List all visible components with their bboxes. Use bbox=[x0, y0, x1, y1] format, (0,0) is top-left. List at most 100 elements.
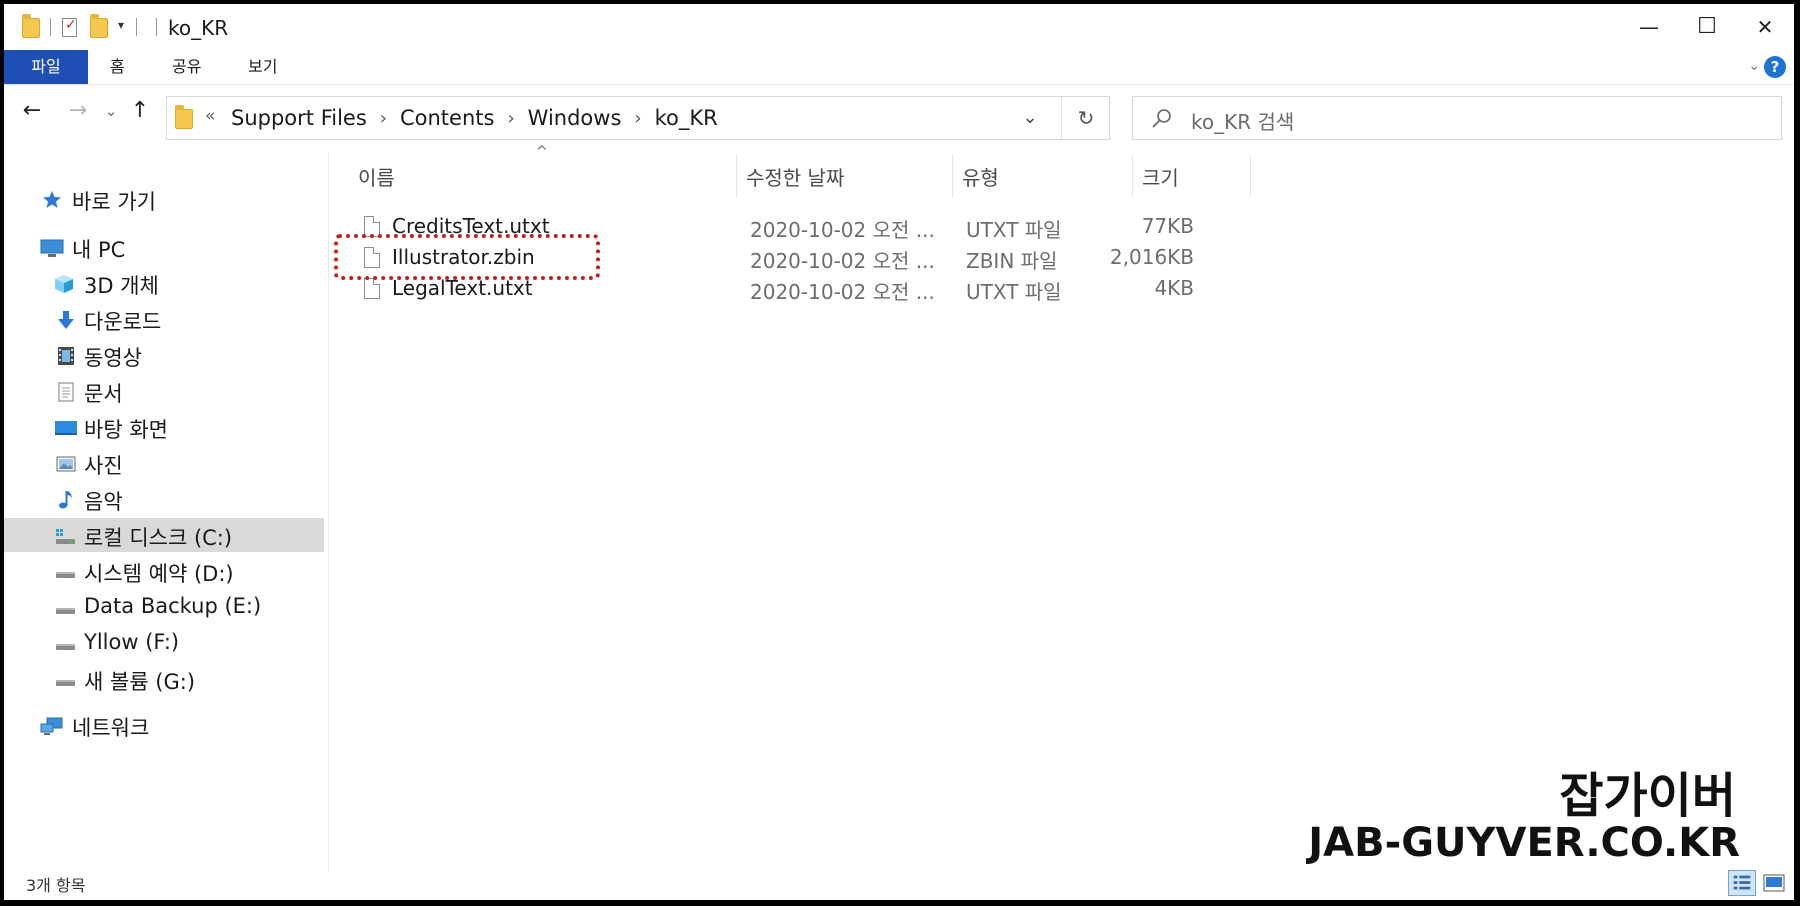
details-view-icon[interactable] bbox=[1728, 870, 1756, 896]
sidebar-item-network[interactable]: 네트워크 bbox=[4, 708, 324, 742]
item-count: 3개 항목 bbox=[26, 876, 86, 895]
window-title: ko_KR bbox=[168, 16, 229, 40]
sidebar-item-quick-access[interactable]: 바로 가기 bbox=[4, 182, 324, 216]
new-folder-icon[interactable] bbox=[90, 14, 108, 38]
recent-locations-button[interactable]: ⌄ bbox=[102, 96, 120, 126]
sidebar-item-music[interactable]: 음악 bbox=[4, 482, 324, 516]
column-divider[interactable] bbox=[1250, 154, 1251, 198]
forward-button[interactable]: → bbox=[64, 96, 92, 126]
sidebar-item-label: 바로 가기 bbox=[72, 190, 156, 214]
sidebar-item-new-volume-g[interactable]: 새 볼륨 (G:) bbox=[4, 662, 324, 696]
tab-file[interactable]: 파일 bbox=[4, 50, 88, 84]
desktop-icon bbox=[55, 421, 77, 435]
pictures-icon bbox=[56, 456, 76, 472]
sidebar-item-downloads[interactable]: 다운로드 bbox=[4, 302, 324, 336]
file-date-modified: 2020-10-02 오전 ... bbox=[750, 280, 935, 304]
tab-home[interactable]: 홈 bbox=[110, 50, 125, 84]
sidebar-item-3d-objects[interactable]: 3D 개체 bbox=[4, 266, 324, 300]
sidebar-item-label: 새 볼륨 (G:) bbox=[84, 670, 196, 694]
music-note-icon bbox=[59, 491, 72, 509]
ribbon-tabs: 파일 홈 공유 보기 ⌄ ? bbox=[4, 50, 1794, 84]
network-icon bbox=[40, 717, 63, 735]
overflow-breadcrumb-icon[interactable]: « bbox=[205, 106, 215, 126]
file-type: ZBIN 파일 bbox=[966, 249, 1058, 273]
drive-icon bbox=[56, 680, 75, 686]
column-header-type[interactable]: 유형 bbox=[962, 162, 999, 191]
highlight-annotation bbox=[334, 234, 600, 280]
cube-3d-icon bbox=[55, 275, 73, 293]
breadcrumb: Support Files › Contents › Windows › ko_… bbox=[231, 97, 718, 139]
file-type: UTXT 파일 bbox=[966, 218, 1062, 242]
file-icon bbox=[364, 278, 380, 299]
sidebar-item-label: 로컬 디스크 (C:) bbox=[84, 526, 233, 550]
breadcrumb-windows[interactable]: Windows bbox=[528, 106, 622, 130]
sidebar-item-documents[interactable]: 문서 bbox=[4, 374, 324, 408]
search-input[interactable]: ko_KR 검색 bbox=[1132, 96, 1782, 140]
windows-drive-icon bbox=[56, 529, 75, 544]
file-date-modified: 2020-10-02 오전 ... bbox=[750, 249, 935, 273]
column-divider[interactable] bbox=[736, 154, 737, 198]
drive-icon bbox=[56, 572, 75, 578]
sidebar-item-label: 음악 bbox=[84, 490, 123, 514]
star-icon bbox=[43, 191, 61, 208]
sidebar-item-label: Data Backup (E:) bbox=[84, 594, 262, 618]
sidebar-item-desktop[interactable]: 바탕 화면 bbox=[4, 410, 324, 444]
tab-view[interactable]: 보기 bbox=[248, 50, 277, 84]
file-date-modified: 2020-10-02 오전 ... bbox=[750, 218, 935, 242]
breadcrumb-separator[interactable]: › bbox=[507, 108, 514, 129]
watermark-korean: 잡가이버 bbox=[1559, 768, 1736, 824]
sidebar-item-label: 바탕 화면 bbox=[84, 418, 168, 442]
document-icon bbox=[58, 382, 74, 402]
breadcrumb-separator[interactable]: › bbox=[380, 108, 387, 129]
folder-icon[interactable] bbox=[22, 14, 40, 38]
pane-splitter[interactable] bbox=[328, 152, 329, 872]
navigation-pane: 바로 가기 내 PC 3D 개체 다운로드 동영상 문서 바탕 화면 사진 음악… bbox=[4, 152, 328, 852]
sidebar-item-videos[interactable]: 동영상 bbox=[4, 338, 324, 372]
up-button[interactable]: ↑ bbox=[128, 96, 152, 126]
column-header-name[interactable]: 이름 bbox=[358, 162, 395, 191]
file-size: 77KB bbox=[1141, 214, 1194, 238]
back-button[interactable]: ← bbox=[18, 96, 46, 126]
file-row[interactable]: LegalText.utxt 2020-10-02 오전 ... UTXT 파일… bbox=[354, 276, 1254, 306]
file-size: 2,016KB bbox=[1109, 245, 1194, 269]
address-bar[interactable]: « Support Files › Contents › Windows › k… bbox=[166, 96, 1110, 140]
sort-ascending-icon: ^ bbox=[536, 144, 548, 160]
sidebar-item-local-disk-c[interactable]: 로컬 디스크 (C:) bbox=[4, 518, 324, 552]
search-icon bbox=[1152, 109, 1171, 128]
breadcrumb-contents[interactable]: Contents bbox=[400, 106, 494, 130]
help-icon[interactable]: ? bbox=[1764, 56, 1786, 78]
column-divider[interactable] bbox=[952, 154, 953, 198]
breadcrumb-separator[interactable]: › bbox=[634, 108, 641, 129]
sidebar-item-label: Yllow (F:) bbox=[84, 630, 180, 654]
refresh-button[interactable]: ↻ bbox=[1063, 97, 1109, 139]
title-bar: ▾ ko_KR — ☐ ✕ bbox=[4, 4, 1794, 50]
folder-icon bbox=[175, 105, 193, 129]
sidebar-item-system-reserved-d[interactable]: 시스템 예약 (D:) bbox=[4, 554, 324, 588]
column-header-size[interactable]: 크기 bbox=[1142, 162, 1179, 191]
search-placeholder: ko_KR 검색 bbox=[1191, 110, 1295, 134]
large-icons-view-icon[interactable] bbox=[1760, 870, 1788, 896]
sidebar-item-label: 동영상 bbox=[84, 346, 142, 370]
breadcrumb-ko-kr[interactable]: ko_KR bbox=[655, 106, 718, 130]
sidebar-item-this-pc[interactable]: 내 PC bbox=[4, 230, 324, 264]
divider bbox=[136, 18, 137, 36]
tab-share[interactable]: 공유 bbox=[172, 50, 201, 84]
maximize-button[interactable]: ☐ bbox=[1678, 4, 1736, 50]
expand-ribbon-icon[interactable]: ⌄ bbox=[1748, 58, 1760, 74]
status-bar: 3개 항목 bbox=[4, 864, 1794, 900]
quick-access-dropdown-icon[interactable]: ▾ bbox=[118, 18, 124, 32]
video-film-icon bbox=[58, 347, 74, 365]
column-divider[interactable] bbox=[1132, 154, 1133, 198]
sidebar-item-data-backup-e[interactable]: Data Backup (E:) bbox=[4, 590, 324, 624]
divider bbox=[1061, 97, 1062, 139]
minimize-button[interactable]: — bbox=[1620, 4, 1678, 50]
sidebar-item-label: 내 PC bbox=[72, 238, 126, 262]
properties-check-icon[interactable] bbox=[62, 17, 77, 37]
sidebar-item-pictures[interactable]: 사진 bbox=[4, 446, 324, 480]
close-button[interactable]: ✕ bbox=[1736, 4, 1794, 50]
sidebar-item-label: 네트워크 bbox=[72, 716, 150, 740]
column-header-date-modified[interactable]: 수정한 날짜 bbox=[746, 162, 844, 191]
address-history-dropdown-icon[interactable]: ⌄ bbox=[1013, 97, 1047, 139]
breadcrumb-support-files[interactable]: Support Files bbox=[231, 106, 367, 130]
sidebar-item-yllow-f[interactable]: Yllow (F:) bbox=[4, 626, 324, 660]
